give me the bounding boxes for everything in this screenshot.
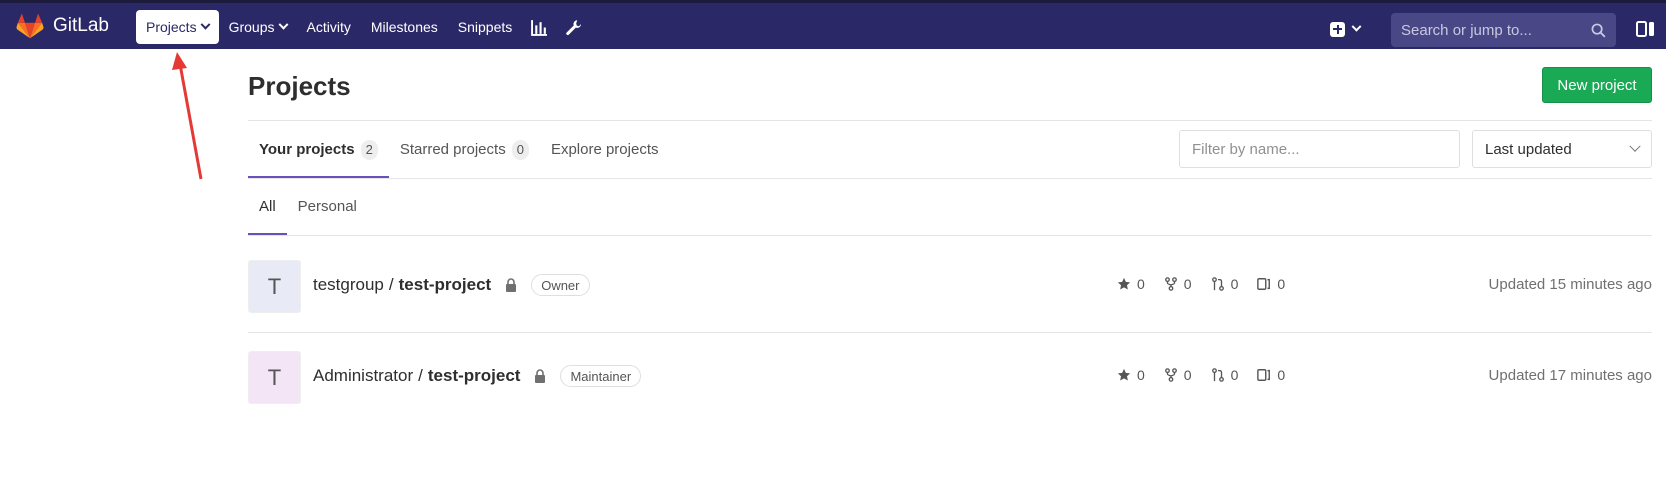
updated-timestamp: Updated 15 minutes ago bbox=[1488, 276, 1652, 293]
project-filter-tabs: All Personal bbox=[248, 178, 368, 235]
stat-value: 0 bbox=[1183, 367, 1192, 383]
nav-activity[interactable]: Activity bbox=[297, 10, 361, 44]
path-separator: / bbox=[418, 366, 423, 385]
issues-count[interactable]: 0 bbox=[1257, 367, 1285, 383]
project-namespace: Administrator bbox=[313, 366, 414, 385]
project-stats: 0 0 0 0 bbox=[1117, 367, 1304, 383]
chevron-down-icon bbox=[200, 19, 211, 30]
subtabs-divider bbox=[248, 235, 1652, 236]
fork-icon bbox=[1164, 277, 1177, 291]
lock-icon bbox=[535, 369, 546, 383]
merge-requests-count[interactable]: 0 bbox=[1211, 276, 1239, 292]
stat-value: 0 bbox=[1230, 276, 1239, 292]
path-separator: / bbox=[388, 275, 394, 294]
stars-count[interactable]: 0 bbox=[1117, 367, 1145, 383]
tab-explore-projects[interactable]: Explore projects bbox=[540, 121, 670, 178]
stat-value: 0 bbox=[1277, 367, 1286, 383]
forks-count[interactable]: 0 bbox=[1164, 367, 1192, 383]
tab-your-projects[interactable]: Your projects 2 bbox=[248, 121, 389, 178]
nav-groups-label: Groups bbox=[228, 19, 275, 35]
nav-snippets[interactable]: Snippets bbox=[448, 10, 522, 44]
wrench-icon bbox=[566, 19, 581, 35]
top-navbar: GitLab Projects Groups Activity Mileston… bbox=[0, 0, 1666, 49]
filter-by-name-input[interactable] bbox=[1179, 130, 1460, 168]
tab-starred-projects[interactable]: Starred projects 0 bbox=[389, 121, 540, 178]
nav-analytics[interactable] bbox=[522, 10, 556, 44]
search-input[interactable]: Search or jump to... bbox=[1391, 13, 1616, 47]
nav-milestones[interactable]: Milestones bbox=[361, 10, 448, 44]
role-badge: Owner bbox=[531, 274, 590, 296]
stat-value: 0 bbox=[1137, 367, 1145, 383]
tab-label: Explore projects bbox=[550, 141, 659, 158]
project-name: test-project bbox=[398, 275, 492, 294]
brand-logo-link[interactable]: GitLab bbox=[16, 12, 109, 40]
issues-icon bbox=[1257, 278, 1271, 290]
tabs-divider bbox=[248, 178, 1652, 179]
stat-value: 0 bbox=[1137, 276, 1145, 292]
stars-count[interactable]: 0 bbox=[1117, 276, 1145, 292]
issues-count[interactable]: 0 bbox=[1257, 276, 1285, 292]
sort-dropdown[interactable]: Last updated bbox=[1472, 130, 1652, 168]
chevron-down-icon bbox=[1351, 21, 1362, 32]
tab-label: Your projects bbox=[259, 141, 355, 158]
project-row: T Administrator / test-project Maintaine… bbox=[248, 332, 1652, 423]
page-title: Projects bbox=[248, 71, 351, 101]
star-icon bbox=[1117, 368, 1131, 381]
nav-projects-label: Projects bbox=[146, 19, 197, 35]
tab-label: Starred projects bbox=[399, 141, 506, 158]
subtab-all[interactable]: All bbox=[248, 178, 287, 235]
search-placeholder: Search or jump to... bbox=[1401, 21, 1532, 39]
gitlab-logo-icon bbox=[16, 13, 44, 39]
stat-value: 0 bbox=[1277, 276, 1286, 292]
issues-icon bbox=[1257, 369, 1271, 381]
chevron-down-icon bbox=[278, 19, 288, 30]
sidebar-toggle-icon[interactable] bbox=[1636, 20, 1656, 38]
chart-icon bbox=[530, 19, 547, 36]
count-badge: 0 bbox=[511, 139, 529, 160]
project-scope-tabs: Your projects 2 Starred projects 0 Explo… bbox=[248, 121, 670, 178]
brand-name: GitLab bbox=[53, 15, 109, 36]
lock-icon bbox=[506, 278, 517, 292]
project-namespace: testgroup bbox=[313, 275, 384, 294]
stat-value: 0 bbox=[1183, 276, 1192, 292]
subtab-personal[interactable]: Personal bbox=[287, 178, 368, 235]
fork-icon bbox=[1164, 368, 1177, 382]
nav-admin-area[interactable] bbox=[556, 10, 590, 44]
plus-square-icon bbox=[1330, 21, 1345, 37]
project-name-link[interactable]: testgroup / test-project Owner bbox=[313, 274, 590, 296]
new-item-dropdown[interactable] bbox=[1330, 19, 1362, 39]
chevron-down-icon bbox=[1629, 140, 1641, 152]
role-badge: Maintainer bbox=[560, 365, 642, 387]
project-avatar[interactable]: T bbox=[248, 351, 301, 404]
nav-projects-dropdown[interactable]: Projects bbox=[136, 10, 219, 44]
sort-selected-value: Last updated bbox=[1485, 140, 1572, 158]
stat-value: 0 bbox=[1230, 367, 1239, 383]
search-icon bbox=[1591, 23, 1606, 38]
count-badge: 2 bbox=[360, 139, 378, 160]
nav-groups-dropdown[interactable]: Groups bbox=[219, 10, 297, 44]
project-row: T testgroup / test-project Owner 0 0 0 0… bbox=[248, 241, 1652, 332]
forks-count[interactable]: 0 bbox=[1164, 276, 1192, 292]
project-name-link[interactable]: Administrator / test-project Maintainer bbox=[313, 365, 642, 387]
merge-request-icon bbox=[1211, 277, 1224, 291]
project-stats: 0 0 0 0 bbox=[1117, 276, 1304, 292]
project-avatar[interactable]: T bbox=[248, 260, 301, 313]
star-icon bbox=[1117, 277, 1131, 290]
merge-request-icon bbox=[1211, 368, 1224, 382]
new-project-button[interactable]: New project bbox=[1542, 67, 1652, 103]
updated-timestamp: Updated 17 minutes ago bbox=[1488, 367, 1652, 384]
merge-requests-count[interactable]: 0 bbox=[1211, 367, 1239, 383]
project-name: test-project bbox=[427, 366, 521, 385]
main-nav: Projects Groups Activity Milestones Snip… bbox=[136, 10, 590, 44]
